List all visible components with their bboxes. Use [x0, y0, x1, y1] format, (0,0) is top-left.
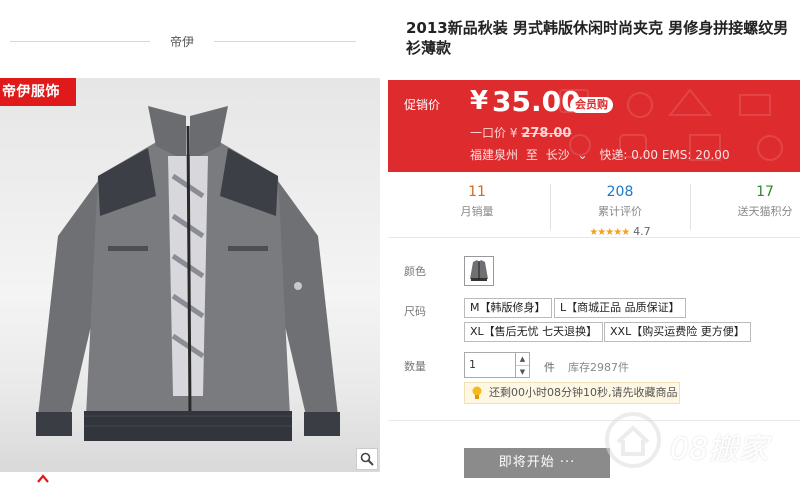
chevron-down-icon: ⌄ [577, 148, 588, 162]
rating-stars-icon: ★★★★★ [589, 227, 630, 238]
color-label: 颜色 [404, 265, 426, 278]
divider [388, 420, 800, 421]
size-option[interactable]: XXL【购买运费险 更方便】 [604, 322, 751, 342]
stock-count: 库存2987件 [568, 361, 629, 374]
currency-symbol: ¥ [470, 86, 489, 116]
reviews-value: 208 [606, 184, 634, 200]
size-label: 尺码 [404, 305, 426, 318]
price-panel: 促销价 ¥ 35.00 会员购 一口价 ¥ 278.00 福建泉州 至 长沙 ⌄… [388, 80, 800, 172]
stat-points: 17 送天猫积分 [710, 184, 800, 219]
ship-to-value: 长沙 [545, 148, 570, 162]
original-currency: ¥ [509, 126, 518, 140]
size-option[interactable]: L【商城正品 品质保证】 [554, 298, 686, 318]
magnifier-icon[interactable] [356, 448, 378, 470]
coming-soon-button[interactable]: 即将开始 ··· [464, 448, 610, 478]
main-product-image[interactable]: 帝伊服饰 [0, 78, 380, 472]
points-label: 送天猫积分 [737, 205, 793, 218]
color-option[interactable] [464, 256, 494, 286]
shipping-row: 福建泉州 至 长沙 ⌄ 快递: 0.00 EMS: 20.00 [470, 146, 734, 163]
ship-to-select[interactable]: 长沙 ⌄ [546, 148, 592, 162]
quantity-stepper[interactable]: ▲ ▼ [516, 352, 530, 378]
divider [550, 184, 551, 230]
product-title: 2013新品秋装 男式韩版休闲时尚夹克 男修身拼接螺纹男衫薄款 [406, 19, 789, 57]
reviews-label: 累计评价 [598, 205, 642, 218]
points-value: 17 [756, 184, 774, 200]
promo-price: 35.00 [492, 85, 581, 118]
jacket-image [36, 106, 340, 441]
stats-bar: 11 月销量 208 累计评价 ★★★★★ 4.7 17 送天猫积分 [388, 172, 800, 238]
brand-tag: 帝伊服饰 [0, 78, 76, 106]
shop-header: 帝伊 [0, 0, 388, 80]
original-price-row: 一口价 ¥ 278.00 [470, 124, 571, 141]
original-price-label: 一口价 [470, 126, 507, 140]
increment-icon[interactable]: ▲ [516, 353, 529, 365]
quantity-label: 数量 [404, 360, 426, 373]
ship-from: 福建泉州 [470, 148, 519, 162]
decrement-icon[interactable]: ▼ [516, 365, 529, 377]
shipping-fees: 快递: 0.00 EMS: 20.00 [599, 148, 730, 162]
chevron-up-icon[interactable] [36, 472, 50, 484]
divider [214, 41, 356, 42]
member-badge[interactable]: 会员购 [570, 97, 613, 113]
countdown-notice: 还剩00小时08分钟10秒,请先收藏商品 [464, 382, 680, 404]
original-price: 278.00 [521, 126, 572, 141]
product-details: 2013新品秋装 男式韩版休闲时尚夹克 男修身拼接螺纹男衫薄款 促销价 ¥ 35… [388, 0, 800, 486]
monthly-sales-value: 11 [468, 184, 486, 200]
stat-monthly-sales: 11 月销量 [422, 184, 532, 219]
product-gallery: 帝伊 帝伊服饰 [0, 0, 388, 486]
divider [10, 41, 150, 42]
rating-value: 4.7 [633, 225, 651, 238]
stat-reviews[interactable]: 208 累计评价 ★★★★★ 4.7 [565, 184, 675, 239]
promo-price-label: 促销价 [404, 98, 441, 112]
ship-to-label: 至 [525, 148, 538, 162]
lightbulb-icon [472, 386, 482, 399]
jacket-thumbnail-icon [470, 260, 488, 281]
shop-name[interactable]: 帝伊 [150, 33, 214, 50]
monthly-sales-label: 月销量 [460, 205, 494, 218]
divider [690, 184, 691, 230]
size-option[interactable]: XL【售后无忧 七天退换】 [464, 322, 604, 342]
countdown-text: 还剩00小时08分钟10秒,请先收藏商品 [489, 386, 678, 399]
quantity-unit: 件 [544, 361, 555, 374]
quantity-input[interactable]: 1 [464, 352, 516, 378]
size-option[interactable]: M【韩版修身】 [464, 298, 552, 318]
